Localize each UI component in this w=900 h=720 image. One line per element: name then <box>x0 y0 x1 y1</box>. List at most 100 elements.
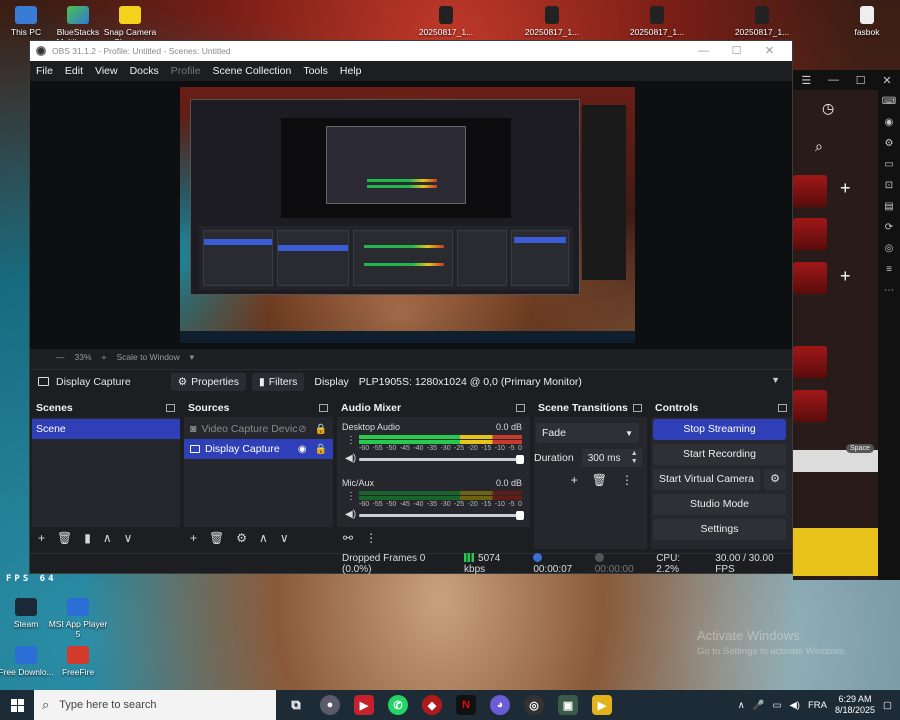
desktop-icon-video-3[interactable]: 20250817_1... <box>625 6 689 37</box>
speaker-icon[interactable]: ◀) <box>345 509 356 520</box>
move-down-icon[interactable]: ∨ <box>124 531 133 545</box>
kebab-icon[interactable]: ⋮ <box>346 491 356 502</box>
game-app-icon[interactable]: ◎ <box>524 695 544 715</box>
preview-area[interactable] <box>30 81 792 349</box>
menu-icon[interactable]: ☰ <box>801 74 811 87</box>
desktop-icon-msi-app-player[interactable]: MSI App Player 5 <box>46 598 110 639</box>
preview-canvas[interactable] <box>180 87 635 343</box>
add-icon[interactable]: + <box>571 473 578 487</box>
start-button[interactable] <box>0 690 34 720</box>
plus-icon[interactable]: + <box>840 266 851 287</box>
close-icon[interactable]: ✕ <box>882 74 891 87</box>
trash-icon[interactable]: 🗑 <box>57 531 72 545</box>
gamepad-icon[interactable]: ◉ <box>885 117 894 128</box>
desktop-icon-freefire[interactable]: FreeFire <box>46 646 110 677</box>
screen-icon[interactable]: ▭ <box>884 159 893 170</box>
notification-icon[interactable]: ▢ <box>883 700 892 711</box>
slider-knob[interactable] <box>516 455 524 464</box>
duration-input[interactable]: 300 ms ▲ ▼ <box>581 449 642 467</box>
menu-docks[interactable]: Docks <box>130 65 159 77</box>
menu-profile[interactable]: Profile <box>171 65 201 77</box>
desktop-icon-video-4[interactable]: 20250817_1... <box>730 6 794 37</box>
game-tile[interactable] <box>793 218 827 250</box>
add-icon[interactable]: + <box>38 531 45 545</box>
whatsapp-icon[interactable]: ✆ <box>388 695 408 715</box>
chevron-down-icon[interactable]: ▾ <box>190 352 194 363</box>
properties-button[interactable]: ⚙ Properties <box>170 372 246 391</box>
menu-file[interactable]: File <box>36 65 53 77</box>
network-icon[interactable]: ▭ <box>773 700 782 711</box>
obs-taskbar-icon[interactable]: ● <box>320 695 340 715</box>
more-icon[interactable]: ⋯ <box>884 285 894 296</box>
undock-icon[interactable] <box>633 404 642 412</box>
search-icon[interactable]: ⌕ <box>815 138 823 155</box>
keyboard-icon[interactable]: ⌨ <box>882 96 896 107</box>
volume-icon[interactable]: ◀) <box>789 700 799 711</box>
lock-icon[interactable]: 🔒 <box>315 444 327 455</box>
link-icon[interactable]: ⚯ <box>343 531 353 545</box>
task-view-icon[interactable]: ⧉ <box>286 695 306 715</box>
video-app-icon[interactable]: ▶ <box>354 695 374 715</box>
settings-icon[interactable]: ⚙ <box>885 138 894 149</box>
source-item[interactable]: Display Capture ◉ 🔒 <box>184 439 333 459</box>
undock-icon[interactable] <box>516 404 525 412</box>
volume-slider[interactable] <box>359 455 524 464</box>
virtual-camera-settings-gear-icon[interactable]: ⚙ <box>764 469 786 490</box>
menu-scene-collection[interactable]: Scene Collection <box>213 65 292 77</box>
gear-icon[interactable]: ⚙ <box>236 531 247 545</box>
source-item[interactable]: ◙ Video Capture Devic ⊘ 🔒 <box>184 419 333 439</box>
netflix-icon[interactable]: N <box>456 695 476 715</box>
display-select[interactable]: PLP1905S: 1280x1024 @ 0,0 (Primary Monit… <box>359 375 792 388</box>
desktop-icon-fasbok[interactable]: fasbok <box>835 6 899 37</box>
undock-icon[interactable] <box>166 404 175 412</box>
clock[interactable]: 6:29 AM 8/18/2025 <box>835 694 875 716</box>
eye-icon[interactable]: ◉ <box>298 444 307 455</box>
menu-help[interactable]: Help <box>340 65 362 77</box>
menu-view[interactable]: View <box>95 65 118 77</box>
menu-tools[interactable]: Tools <box>303 65 328 77</box>
eye-hidden-icon[interactable]: ⊘ <box>298 424 306 435</box>
settings-button[interactable]: Settings <box>653 519 786 540</box>
desktop-icon-video-2[interactable]: 20250817_1... <box>520 6 584 37</box>
studio-mode-button[interactable]: Studio Mode <box>653 494 786 515</box>
undock-icon[interactable] <box>778 404 787 412</box>
folder-app-icon[interactable]: ▶ <box>592 695 612 715</box>
slider-knob[interactable] <box>516 511 524 520</box>
plus-icon[interactable]: + <box>840 178 851 199</box>
zoom-out-icon[interactable]: — <box>56 352 65 362</box>
menu-edit[interactable]: Edit <box>65 65 83 77</box>
close-button[interactable]: ✕ <box>753 41 786 61</box>
microphone-icon[interactable]: 🎤 <box>753 700 765 711</box>
discord-icon[interactable]: ◕ <box>490 695 510 715</box>
scene-item[interactable]: Scene <box>32 419 180 439</box>
game-tile[interactable] <box>793 390 827 422</box>
stop-streaming-button[interactable]: Stop Streaming <box>653 419 786 440</box>
camera-icon[interactable]: ◎ <box>885 243 894 254</box>
move-down-icon[interactable]: ∨ <box>280 531 289 545</box>
rotate-icon[interactable]: ⟳ <box>885 222 893 233</box>
filter-icon[interactable]: ▮ <box>84 531 91 545</box>
zoom-in-icon[interactable]: + <box>102 352 107 362</box>
move-up-icon[interactable]: ∧ <box>259 531 268 545</box>
taskbar-search[interactable]: ⌕ Type here to search <box>34 690 276 720</box>
game-tile[interactable] <box>793 346 827 378</box>
maximize-button[interactable]: ☐ <box>720 41 753 61</box>
language-indicator[interactable]: FRA <box>808 700 827 711</box>
kebab-icon[interactable]: ⋮ <box>621 473 633 487</box>
start-recording-button[interactable]: Start Recording <box>653 444 786 465</box>
minimize-icon[interactable]: — <box>828 74 839 86</box>
trash-icon[interactable]: 🗑 <box>592 473 607 487</box>
trash-icon[interactable]: 🗑 <box>209 531 224 545</box>
red-app-icon[interactable]: ◆ <box>422 695 442 715</box>
transition-select[interactable]: Fade ▼ <box>536 423 639 443</box>
filters-button[interactable]: ▮ Filters <box>251 372 305 391</box>
start-virtual-camera-button[interactable]: Start Virtual Camera <box>653 469 760 490</box>
add-icon[interactable]: + <box>190 531 197 545</box>
folder-icon[interactable]: ▤ <box>884 201 893 212</box>
layers-icon[interactable]: ≡ <box>886 264 892 275</box>
minimize-button[interactable]: — <box>687 41 720 61</box>
spinner-arrows-icon[interactable]: ▲ ▼ <box>631 450 638 466</box>
maximize-icon[interactable]: ☐ <box>856 74 866 87</box>
desktop-icon-video-1[interactable]: 20250817_1... <box>414 6 478 37</box>
speaker-icon[interactable]: ◀) <box>345 453 356 464</box>
